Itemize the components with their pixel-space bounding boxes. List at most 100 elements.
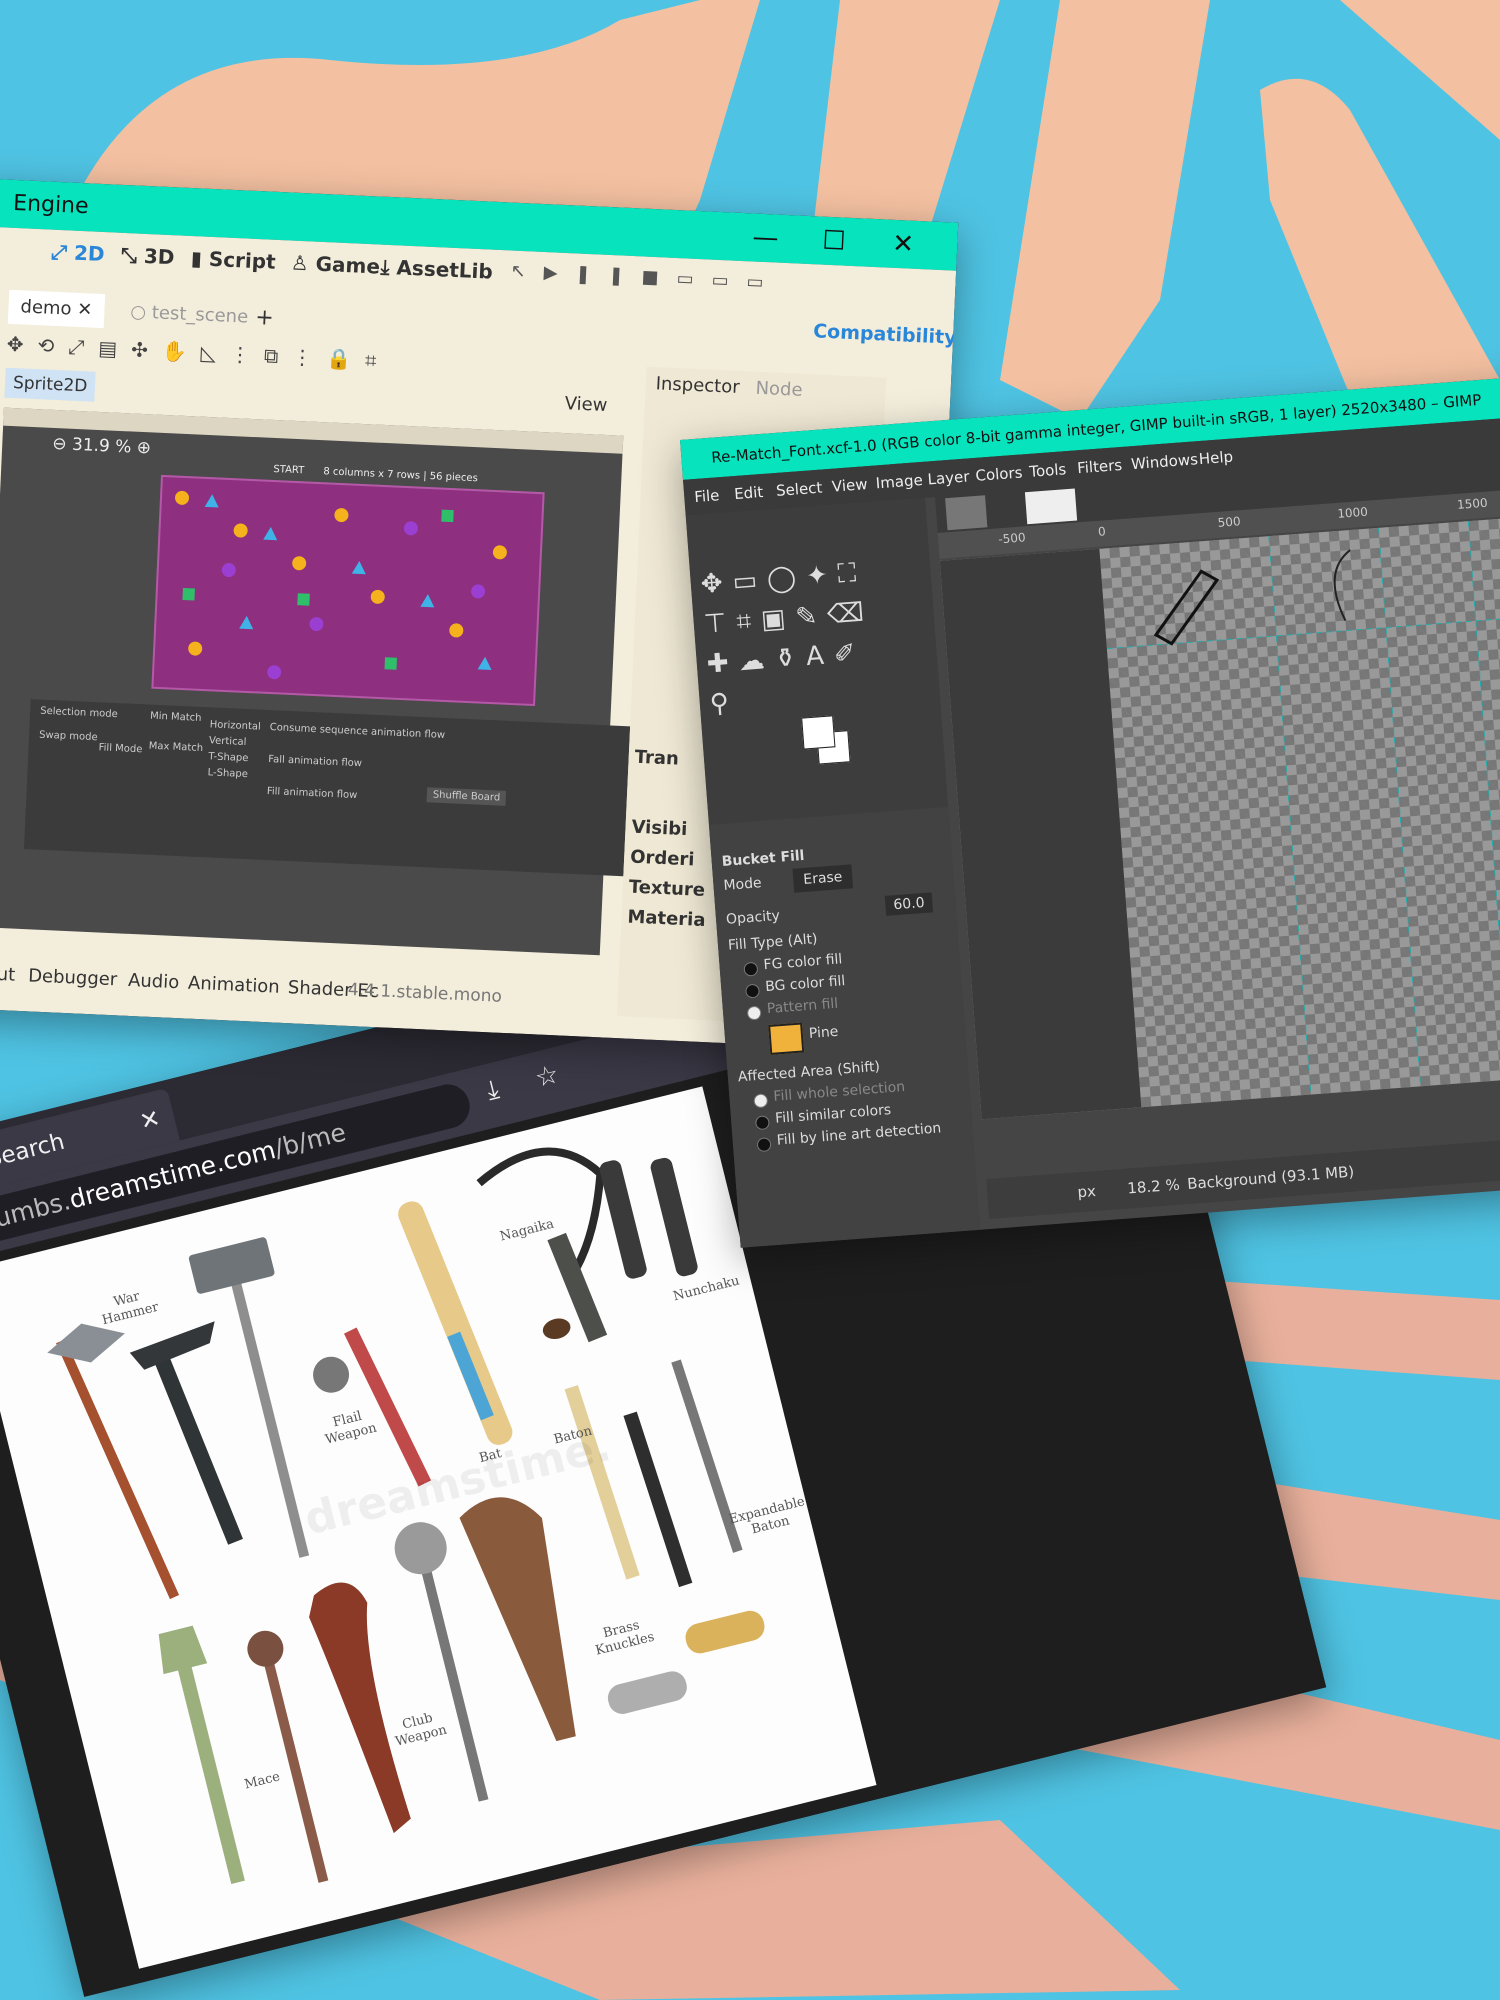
menu-tools[interactable]: Tools bbox=[1028, 451, 1068, 490]
opacity-value[interactable]: 60.0 bbox=[884, 892, 934, 916]
fill-pattern-label: Pattern fill bbox=[766, 995, 839, 1018]
node-chip[interactable]: Sprite2D bbox=[4, 367, 96, 402]
tab-demo[interactable]: demo ✕ bbox=[7, 289, 106, 329]
bookmark-star-icon[interactable]: ☆ bbox=[532, 1059, 562, 1094]
mode-select[interactable]: Erase bbox=[792, 864, 854, 893]
pattern-name: Pine bbox=[808, 1023, 839, 1042]
maximize-icon[interactable]: ☐ bbox=[821, 217, 847, 266]
color-swatches[interactable] bbox=[801, 713, 865, 777]
tool-name: Bucket Fill bbox=[721, 847, 806, 871]
tool-grid[interactable]: ✥▭◯✦⛶ ⊤⌗▣✎⌫ ✚☁⚱A✐ ⚲ bbox=[699, 548, 930, 724]
inspector-item-texture[interactable]: Texture bbox=[628, 877, 705, 901]
thumb-1[interactable] bbox=[945, 495, 988, 531]
toolbar-2d-label: 2D bbox=[73, 240, 106, 267]
min-match-label: Min Match bbox=[149, 710, 202, 724]
lshape-check[interactable]: L-Shape bbox=[207, 767, 248, 780]
zoom-select[interactable]: 18.2 % bbox=[1126, 1165, 1181, 1209]
zoom-out-icon[interactable]: ⊖ bbox=[52, 434, 73, 455]
inspector-item-material[interactable]: Materia bbox=[627, 906, 706, 931]
thumb-2[interactable] bbox=[1024, 488, 1078, 525]
menu-help[interactable]: Help bbox=[1198, 439, 1235, 477]
close-icon[interactable]: ✕ bbox=[134, 1091, 167, 1148]
toolbar-3d-label: 3D bbox=[143, 243, 175, 270]
menu-file[interactable]: File bbox=[693, 477, 721, 515]
tab-node[interactable]: Node bbox=[755, 378, 803, 401]
2d-viewport[interactable]: ⊖ 31.9 % ⊕ START 8 columns x 7 rows | 56… bbox=[0, 407, 631, 956]
fill-type-label: Fill Type (Alt) bbox=[727, 931, 819, 954]
mode-label: Mode bbox=[722, 875, 763, 894]
minimize-icon[interactable]: — bbox=[751, 213, 779, 262]
match3-board[interactable]: START 8 columns x 7 rows | 56 pieces bbox=[151, 464, 545, 707]
url-prefix: thumbs. bbox=[0, 1186, 74, 1240]
pattern-swatch[interactable] bbox=[768, 1022, 805, 1055]
opacity-label: Opacity bbox=[725, 907, 781, 928]
renderer-label[interactable]: Compatibility bbox=[813, 320, 957, 348]
radio-line-art[interactable] bbox=[756, 1137, 772, 1153]
fall-flow-label: Fall animation flow bbox=[268, 754, 363, 770]
menu-filters[interactable]: Filters bbox=[1076, 447, 1124, 486]
ruler-mark: 1500 bbox=[1456, 495, 1489, 512]
inspector-item-ordering[interactable]: Orderi bbox=[630, 847, 695, 871]
fg-color-swatch[interactable] bbox=[801, 715, 836, 750]
zoom-controls[interactable]: ⊖ 31.9 % ⊕ bbox=[52, 434, 152, 458]
toolbar-assetlib-button[interactable]: ⤓ AssetLib bbox=[380, 255, 493, 284]
tshape-check[interactable]: T-Shape bbox=[208, 751, 249, 764]
inspector-item-visibility[interactable]: Visibi bbox=[631, 817, 688, 841]
board-pieces bbox=[175, 490, 507, 680]
toolbar-game-button[interactable]: ♙ Game bbox=[290, 251, 380, 279]
toolbar-3d-button[interactable]: ⤡ 3D bbox=[120, 243, 175, 269]
window-title: Engine bbox=[12, 190, 90, 220]
affected-whole-label: Fill whole selection bbox=[772, 1078, 906, 1105]
fill-bg-label: BG color fill bbox=[764, 973, 846, 996]
close-icon[interactable]: ✕ bbox=[77, 299, 93, 321]
menu-view[interactable]: View bbox=[831, 466, 869, 505]
threed-icon: ⤡ bbox=[120, 242, 145, 268]
inspector-item-transform[interactable]: Tran bbox=[634, 747, 679, 770]
menu-image[interactable]: Image bbox=[874, 462, 924, 501]
vertical-check[interactable]: Vertical bbox=[209, 735, 247, 748]
tab-test-scene[interactable]: ○ test_scene bbox=[118, 295, 261, 335]
menu-edit[interactable]: Edit bbox=[733, 474, 765, 512]
circle-icon: ○ bbox=[129, 301, 153, 324]
zoom-level: 31.9 % bbox=[71, 434, 132, 458]
playback-controls[interactable]: ↖▶❚❚■▭▭▭ bbox=[510, 261, 782, 294]
close-icon[interactable]: ✕ bbox=[891, 220, 915, 269]
horizontal-check[interactable]: Horizontal bbox=[210, 719, 262, 732]
tab-audio[interactable]: Audio bbox=[128, 970, 180, 993]
shuffle-board-button[interactable]: Shuffle Board bbox=[426, 787, 507, 806]
download-icon: ⤓ bbox=[380, 254, 398, 280]
radio-whole-selection[interactable] bbox=[753, 1093, 769, 1109]
toolbar-assetlib-label: AssetLib bbox=[395, 255, 494, 284]
radio-pattern-fill[interactable] bbox=[746, 1005, 762, 1021]
tab-animation[interactable]: Animation bbox=[188, 973, 281, 998]
toolbar-script-button[interactable]: ▮ Script bbox=[190, 246, 276, 274]
add-tab-icon[interactable]: + bbox=[243, 300, 287, 336]
tab-debugger[interactable]: Debugger bbox=[28, 965, 118, 990]
download-icon[interactable]: ⤓ bbox=[484, 1074, 503, 1107]
script-icon: ▮ bbox=[190, 246, 210, 271]
fill-flow-label: Fill animation flow bbox=[266, 785, 358, 802]
url-path: /b/me bbox=[271, 1117, 349, 1164]
menu-layer[interactable]: Layer bbox=[926, 458, 970, 497]
radio-bg-fill[interactable] bbox=[745, 983, 761, 999]
toolbar-2d-button[interactable]: ⤢ 2D bbox=[51, 240, 106, 266]
twod-icon: ⤢ bbox=[50, 239, 75, 265]
menu-colors[interactable]: Colors bbox=[974, 454, 1024, 493]
tab-output[interactable]: tput bbox=[0, 963, 16, 986]
tab-demo-label: demo bbox=[20, 296, 73, 320]
menu-select[interactable]: Select bbox=[775, 470, 824, 509]
zoom-in-icon[interactable]: ⊕ bbox=[136, 438, 151, 459]
selection-mode-label: Selection mode bbox=[39, 705, 119, 721]
board-info: 8 columns x 7 rows | 56 pieces bbox=[323, 466, 479, 485]
radio-fg-fill[interactable] bbox=[743, 961, 759, 977]
board-settings-panel: Selection mode Swap mode Fill Mode Min M… bbox=[23, 699, 631, 877]
ruler-mark: 500 bbox=[1217, 514, 1242, 530]
ruler-mark: 1000 bbox=[1336, 504, 1369, 521]
view-button[interactable]: View bbox=[564, 393, 608, 416]
tab-inspector[interactable]: Inspector bbox=[655, 373, 740, 398]
radio-similar-colors[interactable] bbox=[754, 1115, 770, 1131]
unit-select[interactable]: px bbox=[1076, 1171, 1097, 1212]
affected-similar-label: Fill similar colors bbox=[774, 1102, 892, 1127]
menu-windows[interactable]: Windows bbox=[1130, 441, 1199, 482]
layer-status: Background (93.1 MB) bbox=[1186, 1162, 1355, 1194]
